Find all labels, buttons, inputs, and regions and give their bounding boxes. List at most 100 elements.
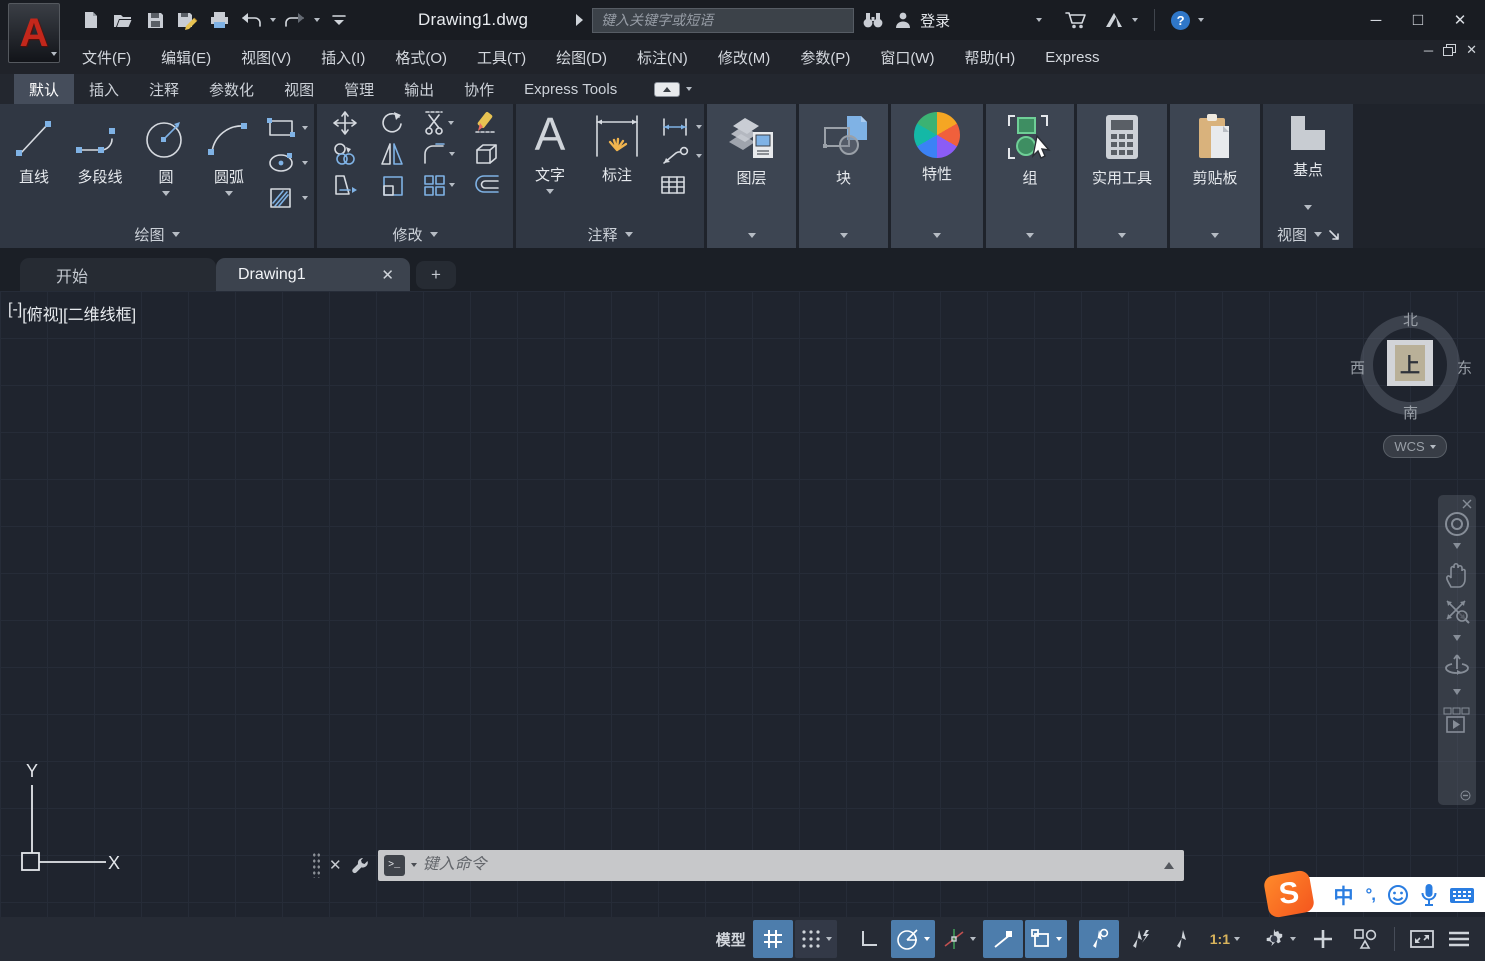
ucs-selector[interactable]: WCS	[1383, 435, 1447, 458]
viewcube-south[interactable]: 南	[1403, 402, 1418, 423]
panel-groups[interactable]: 组	[986, 104, 1074, 248]
menu-format[interactable]: 格式(O)	[395, 47, 447, 68]
viewport-view-control[interactable]: [俯视]	[22, 301, 63, 325]
menu-draw[interactable]: 绘图(D)	[556, 47, 607, 68]
polar-tracking-toggle[interactable]	[891, 920, 935, 958]
utilities-expand[interactable]	[1118, 233, 1126, 238]
osnap-tracking-dropdown[interactable]	[970, 937, 976, 941]
pan-button[interactable]	[1443, 561, 1471, 589]
snap-toggle[interactable]	[795, 920, 837, 958]
redo-button[interactable]	[282, 7, 308, 33]
help-dropdown[interactable]	[1198, 18, 1204, 22]
redo-dropdown[interactable]	[314, 18, 320, 22]
ribbon-tab-view[interactable]: 视图	[269, 74, 329, 104]
search-input[interactable]	[592, 8, 854, 33]
fullscreen-button[interactable]	[1404, 920, 1440, 958]
ime-keyboard-button[interactable]	[1449, 885, 1475, 905]
menu-parametric[interactable]: 参数(P)	[800, 47, 850, 68]
view-panel-footer[interactable]: 视图	[1263, 224, 1353, 245]
move-button[interactable]	[321, 110, 368, 136]
isolate-objects-button[interactable]	[1345, 920, 1385, 958]
rotate-button[interactable]	[368, 110, 415, 136]
ribbon-tab-manage[interactable]: 管理	[329, 74, 389, 104]
menu-edit[interactable]: 编辑(E)	[161, 47, 211, 68]
linear-dimension-button[interactable]	[660, 116, 702, 138]
ribbon-tab-express-tools[interactable]: Express Tools	[509, 74, 632, 104]
recent-commands-dropdown[interactable]	[411, 863, 417, 867]
ribbon-tab-parametric[interactable]: 参数化	[194, 74, 269, 104]
view-cube[interactable]: 北 西 东 南 上	[1358, 313, 1462, 417]
panel-layers[interactable]: 图层	[707, 104, 796, 248]
ime-emoji-button[interactable]	[1387, 884, 1409, 906]
model-space-toggle[interactable]: 模型	[711, 920, 751, 958]
autodesk-logo-icon[interactable]	[1104, 11, 1124, 29]
ucs-icon[interactable]: Y X	[10, 759, 130, 877]
rectangle-flyout[interactable]	[302, 126, 308, 130]
viewport-visual-style-control[interactable]: [二维线框]	[63, 301, 136, 325]
array-flyout[interactable]	[449, 183, 455, 187]
annotation-scale-button[interactable]	[1163, 920, 1203, 958]
panel-clipboard[interactable]: 剪贴板	[1170, 104, 1260, 248]
ribbon-minimize-control[interactable]	[654, 74, 692, 104]
doc-minimize-button[interactable]: ─	[1424, 43, 1433, 58]
panel-block[interactable]: 块	[799, 104, 888, 248]
autodesk-dropdown[interactable]	[1132, 18, 1138, 22]
panel-launcher-icon[interactable]	[1329, 230, 1339, 240]
hatch-button[interactable]	[266, 182, 308, 213]
customization-wrench-icon[interactable]	[350, 855, 370, 875]
groups-expand[interactable]	[1026, 233, 1034, 238]
menu-tools[interactable]: 工具(T)	[477, 47, 526, 68]
menu-file[interactable]: 文件(F)	[82, 47, 131, 68]
application-menu-button[interactable]: A	[8, 3, 60, 63]
ribbon-tab-output[interactable]: 输出	[389, 74, 449, 104]
ribbon-tab-insert[interactable]: 插入	[74, 74, 134, 104]
base-point-flyout[interactable]	[1304, 205, 1312, 210]
undo-dropdown[interactable]	[270, 18, 276, 22]
annotation-scale-value[interactable]: 1:1	[1205, 920, 1245, 958]
polar-dropdown[interactable]	[924, 937, 930, 941]
properties-expand[interactable]	[933, 233, 941, 238]
orbit-button[interactable]	[1442, 651, 1472, 681]
hatch-flyout[interactable]	[302, 196, 308, 200]
panel-properties[interactable]: 特性	[891, 104, 983, 248]
navbar-settings-button[interactable]	[1460, 790, 1471, 801]
new-file-button[interactable]	[78, 7, 104, 33]
leader-flyout[interactable]	[696, 154, 702, 158]
dimension-button[interactable]: 标注	[584, 108, 650, 196]
open-file-button[interactable]	[110, 7, 136, 33]
osnap-2d-dropdown[interactable]	[1056, 937, 1062, 941]
ime-language-mode[interactable]: 中	[1333, 880, 1353, 909]
viewcube-north[interactable]: 北	[1403, 309, 1418, 330]
table-button[interactable]	[660, 174, 702, 196]
viewcube-top-face[interactable]: 上	[1387, 340, 1433, 386]
annotation-autoscale-toggle[interactable]	[1121, 920, 1161, 958]
menu-window[interactable]: 窗口(W)	[880, 47, 934, 68]
showmotion-button[interactable]	[1443, 707, 1471, 737]
arc-button[interactable]: 圆弧	[200, 106, 258, 213]
trim-button[interactable]	[415, 110, 462, 136]
layers-expand[interactable]	[748, 233, 756, 238]
close-button[interactable]: ✕	[1441, 5, 1479, 35]
menu-dimension[interactable]: 标注(N)	[637, 47, 688, 68]
leader-button[interactable]	[660, 145, 702, 167]
arc-flyout[interactable]	[225, 191, 233, 196]
scale-dropdown[interactable]	[1234, 937, 1240, 941]
menu-insert[interactable]: 插入(I)	[321, 47, 365, 68]
menu-modify[interactable]: 修改(M)	[718, 47, 771, 68]
menu-express[interactable]: Express	[1045, 49, 1099, 66]
panel-utilities[interactable]: 实用工具	[1077, 104, 1167, 248]
scale-button[interactable]	[368, 172, 415, 198]
ribbon-minimize-dropdown[interactable]	[686, 87, 692, 91]
search-flyout-icon[interactable]	[574, 13, 584, 27]
maximize-button[interactable]: □	[1399, 5, 1437, 35]
ribbon-tab-home[interactable]: 默认	[14, 74, 74, 104]
polyline-button[interactable]: 多段线	[68, 106, 132, 213]
sogou-logo[interactable]: S	[1263, 869, 1316, 918]
orbit-flyout[interactable]	[1453, 689, 1461, 695]
minimize-button[interactable]: ─	[1357, 5, 1395, 35]
ortho-toggle[interactable]	[849, 920, 889, 958]
grid-toggle[interactable]	[753, 920, 793, 958]
mirror-button[interactable]	[368, 141, 415, 167]
ellipse-button[interactable]	[266, 147, 308, 178]
help-button[interactable]: ?	[1171, 11, 1190, 30]
